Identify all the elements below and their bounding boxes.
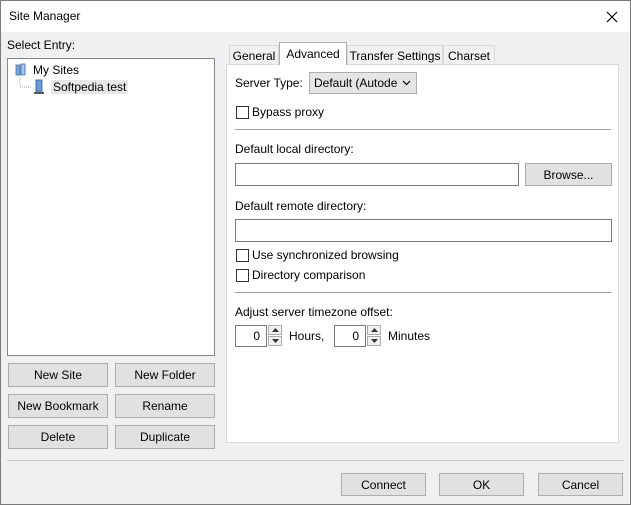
new-folder-button[interactable]: New Folder bbox=[115, 363, 215, 387]
hours-down-button[interactable] bbox=[268, 336, 282, 346]
tree-item-label: My Sites bbox=[33, 63, 80, 77]
dir-comparison-checkbox[interactable] bbox=[236, 269, 249, 282]
select-entry-label: Select Entry: bbox=[7, 38, 76, 52]
server-type-value: Default (Autode bbox=[314, 76, 398, 90]
dir-comparison-label: Directory comparison bbox=[252, 268, 366, 282]
minutes-down-button[interactable] bbox=[367, 336, 381, 346]
hours-input[interactable]: 0 bbox=[235, 325, 267, 347]
rename-button[interactable]: Rename bbox=[115, 394, 215, 418]
cancel-button[interactable]: Cancel bbox=[538, 473, 623, 496]
tab-charset[interactable]: Charset bbox=[443, 45, 495, 65]
footer-separator bbox=[7, 460, 624, 461]
sync-browsing-label: Use synchronized browsing bbox=[252, 248, 399, 262]
timezone-label: Adjust server timezone offset: bbox=[235, 305, 393, 319]
close-icon bbox=[606, 11, 618, 22]
arrow-down-icon bbox=[370, 339, 378, 343]
new-site-button[interactable]: New Site bbox=[8, 363, 108, 387]
browse-button[interactable]: Browse... bbox=[525, 163, 612, 186]
close-button[interactable] bbox=[594, 1, 630, 32]
delete-button[interactable]: Delete bbox=[8, 425, 108, 449]
arrow-up-icon bbox=[370, 328, 378, 332]
local-dir-label: Default local directory: bbox=[235, 142, 354, 156]
hours-up-button[interactable] bbox=[268, 325, 282, 335]
arrow-up-icon bbox=[271, 328, 279, 332]
tree-connector-icon bbox=[19, 77, 32, 88]
tab-general[interactable]: General bbox=[229, 45, 279, 65]
sync-browsing-checkbox[interactable] bbox=[236, 249, 249, 262]
ok-button[interactable]: OK bbox=[439, 473, 524, 496]
minutes-up-button[interactable] bbox=[367, 325, 381, 335]
connect-button[interactable]: Connect bbox=[341, 473, 426, 496]
window-title: Site Manager bbox=[9, 9, 81, 23]
server-type-select[interactable]: Default (Autode bbox=[309, 72, 417, 94]
sites-folder-icon bbox=[15, 63, 26, 76]
title-bar: Site Manager bbox=[1, 1, 630, 32]
local-dir-input[interactable] bbox=[235, 163, 519, 186]
hours-label: Hours, bbox=[289, 329, 325, 343]
site-manager-window: Site Manager Select Entry: My Sites Soft… bbox=[0, 0, 631, 505]
advanced-panel: Server Type: Default (Autode Bypass prox… bbox=[226, 64, 619, 443]
separator bbox=[235, 129, 611, 130]
tree-item-label: Softpedia test bbox=[51, 80, 129, 94]
site-tree[interactable]: My Sites Softpedia test bbox=[7, 58, 215, 356]
remote-dir-label: Default remote directory: bbox=[235, 199, 367, 213]
separator bbox=[235, 292, 611, 293]
server-icon bbox=[34, 79, 44, 94]
remote-dir-input[interactable] bbox=[235, 219, 612, 242]
arrow-down-icon bbox=[271, 339, 279, 343]
minutes-label: Minutes bbox=[388, 329, 431, 343]
chevron-down-icon bbox=[402, 80, 411, 86]
bypass-proxy-checkbox[interactable] bbox=[236, 106, 249, 119]
new-bookmark-button[interactable]: New Bookmark bbox=[8, 394, 108, 418]
duplicate-button[interactable]: Duplicate bbox=[115, 425, 215, 449]
minutes-input[interactable]: 0 bbox=[334, 325, 366, 347]
server-type-label: Server Type: bbox=[235, 76, 303, 90]
tab-transfer-settings[interactable]: Transfer Settings bbox=[347, 45, 443, 65]
bypass-proxy-label: Bypass proxy bbox=[252, 105, 325, 119]
tab-advanced[interactable]: Advanced bbox=[279, 42, 347, 65]
